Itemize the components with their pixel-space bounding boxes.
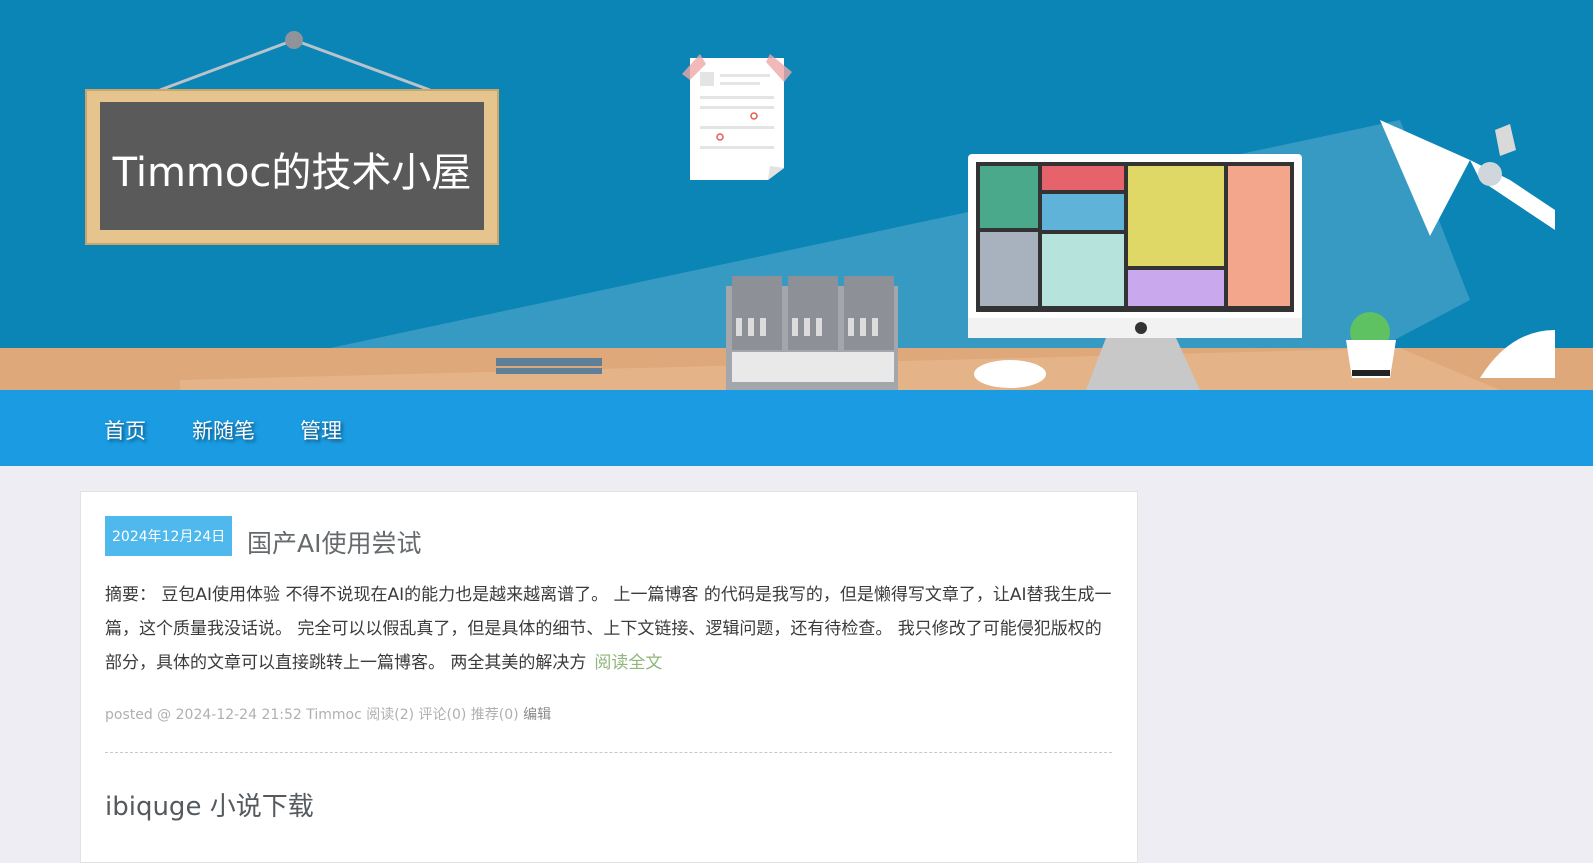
post-list: 2024年12月24日 国产AI使用尝试 摘要： 豆包AI使用体验 不得不说现在… <box>80 491 1138 863</box>
main-nav: 首页 新随笔 管理 <box>0 390 1593 466</box>
post-title[interactable]: ibiquge 小说下载 <box>105 786 314 823</box>
post-title[interactable]: 国产AI使用尝试 <box>247 524 421 560</box>
post-meta: posted @ 2024-12-24 21:52 Timmoc 阅读(2) 评… <box>105 704 551 724</box>
edit-link[interactable]: 编辑 <box>523 707 551 723</box>
nav-manage[interactable]: 管理 <box>300 415 342 445</box>
post-date-badge: 2024年12月24日 <box>105 516 233 556</box>
nav-new-post[interactable]: 新随笔 <box>192 415 255 445</box>
header-banner: Timmoc的技术小屋 <box>0 0 1593 390</box>
post-summary: 摘要： 豆包AI使用体验 不得不说现在AI的能力也是越来越离谱了。 上一篇博客 … <box>105 578 1115 680</box>
nav-home[interactable]: 首页 <box>104 415 146 445</box>
read-more-link[interactable]: 阅读全文 <box>594 653 662 673</box>
post-meta-text: posted @ 2024-12-24 21:52 Timmoc 阅读(2) 评… <box>105 707 519 723</box>
post-divider <box>105 752 1112 753</box>
blog-title[interactable]: Timmoc的技术小屋 <box>100 140 484 198</box>
